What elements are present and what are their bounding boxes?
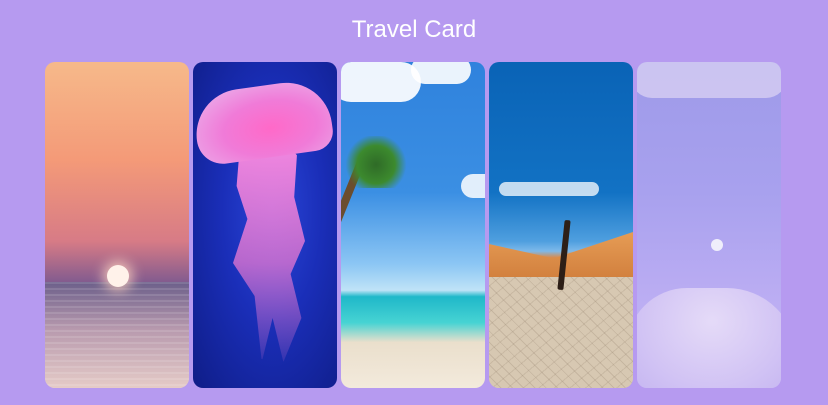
cloud-shape	[411, 62, 471, 84]
cloud-shape	[461, 174, 485, 198]
moon-shape	[711, 239, 723, 251]
cloud-shape	[637, 62, 781, 98]
page-title: Travel Card	[351, 16, 477, 43]
sky-card[interactable]	[637, 62, 781, 388]
cracked-ground	[489, 277, 633, 388]
cloud-shape	[341, 62, 421, 102]
jellyfish-bell	[193, 76, 336, 168]
jellyfish-tentacles	[233, 142, 305, 362]
card-row	[45, 62, 781, 388]
cloud-shape	[637, 288, 781, 388]
jellyfish-card[interactable]	[193, 62, 337, 388]
sunset-card[interactable]	[45, 62, 189, 388]
palm-fronds	[345, 136, 407, 188]
sun-shape	[107, 265, 129, 287]
desert-card[interactable]	[489, 62, 633, 388]
beach-card[interactable]	[341, 62, 485, 388]
cloud-shape	[499, 182, 599, 196]
sea-area	[45, 282, 189, 388]
